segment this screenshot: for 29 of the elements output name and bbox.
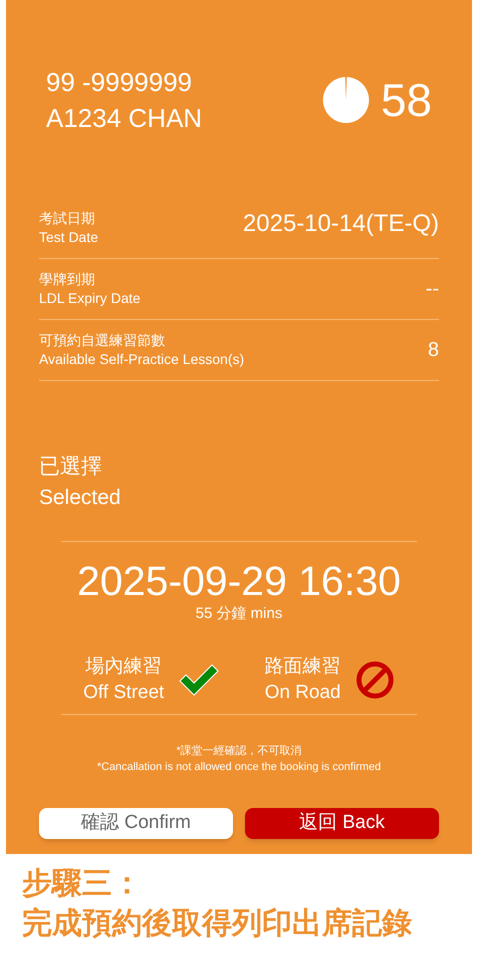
section-heading: Selected bbox=[39, 485, 122, 511]
info-value: 2025-10-14(TE-Q) bbox=[242, 209, 439, 239]
info-label: Test Date bbox=[39, 228, 98, 247]
info-label: 學牌到期 bbox=[39, 270, 96, 289]
notice-text: *課堂一經確認，不可取消 bbox=[176, 744, 302, 759]
info-label: LDL Expiry Date bbox=[39, 289, 140, 308]
caption-text: 步驟三： bbox=[22, 866, 143, 902]
section-heading: 已選擇 bbox=[39, 454, 103, 480]
pie-icon bbox=[322, 77, 369, 123]
count-text: 58 bbox=[380, 77, 432, 123]
notice-text: *Cancallation is not allowed once the booking is confirmed bbox=[97, 760, 381, 775]
info-label: Available Self-Practice Lesson(s) bbox=[39, 350, 244, 369]
practice-label: On Road bbox=[264, 681, 341, 705]
prohibited-icon bbox=[354, 660, 395, 700]
phone-number: 99 -9999999 bbox=[46, 66, 194, 99]
selected-datetime: 2025-09-29 16:30 bbox=[77, 558, 401, 604]
info-value: -- bbox=[426, 277, 439, 302]
practice-label: Off Street bbox=[83, 681, 164, 705]
duration-text: 55 分鐘 mins bbox=[196, 604, 282, 624]
info-value: 8 bbox=[428, 338, 439, 363]
info-label: 考試日期 bbox=[39, 209, 96, 228]
info-label: 可預約自選練習節數 bbox=[39, 331, 166, 350]
confirm-button[interactable]: 確認 Confirm bbox=[39, 808, 233, 839]
student-name: A1234 CHAN bbox=[46, 102, 202, 135]
practice-label: 場內練習 bbox=[86, 655, 162, 679]
caption-text: 完成預約後取得列印出席記錄 bbox=[22, 906, 413, 942]
check-icon bbox=[178, 663, 220, 697]
back-button[interactable]: 返回 Back bbox=[245, 808, 439, 839]
practice-label: 路面練習 bbox=[264, 655, 341, 679]
